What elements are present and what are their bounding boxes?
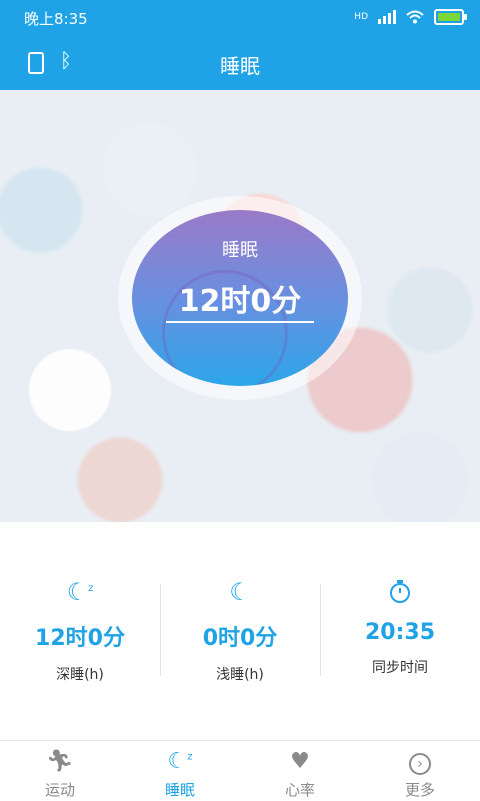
sleep-stats: ☾z 12时0分 深睡(h) ☾ 0时0分 浅睡(h) 20:35 同步时间	[0, 570, 480, 690]
stopwatch-icon	[320, 578, 480, 608]
hd-label: HD	[354, 12, 368, 22]
wifi-icon	[406, 10, 424, 24]
value-underline	[166, 321, 314, 323]
tab-heart-rate-label: 心率	[284, 781, 315, 799]
sync-time-value: 20:35	[364, 620, 436, 645]
deep-sleep-caption: 深睡(h)	[56, 667, 104, 683]
page-title: 睡眠	[220, 54, 260, 78]
tab-heart-rate[interactable]: ♥ 心率	[240, 741, 360, 801]
app-bar: ᛒ 睡眠	[0, 34, 480, 90]
signal-icon	[378, 10, 396, 24]
chevron-circle-icon: ›	[409, 753, 431, 775]
tab-sport-label: 运动	[44, 781, 75, 799]
moon-zz-icon: ☾z	[66, 578, 94, 606]
runner-icon: 🏃︎	[46, 749, 74, 774]
sleep-label: 睡眠	[222, 240, 258, 261]
status-time: 晚上8:35	[24, 10, 88, 28]
stat-sync-time: 20:35 同步时间	[320, 570, 480, 690]
moon-zz-icon: ☾z	[167, 749, 193, 774]
bottom-tab-bar: 🏃︎ 运动 ☾z 睡眠 ♥ 心率 › 更多	[0, 740, 480, 801]
sleep-hero: 睡眠 12时0分	[0, 90, 480, 522]
battery-icon	[434, 9, 467, 25]
tab-sport[interactable]: 🏃︎ 运动	[0, 741, 120, 801]
light-sleep-caption: 浅睡(h)	[216, 667, 264, 683]
sleep-total-value: 12时0分	[178, 284, 302, 319]
sleep-circle: 睡眠 12时0分	[132, 210, 348, 386]
status-icons: HD	[354, 9, 467, 25]
status-bar: 晚上8:35 HD	[0, 0, 480, 34]
stat-deep-sleep: ☾z 12时0分 深睡(h)	[0, 570, 160, 690]
moon-icon: ☾	[229, 578, 251, 606]
tab-more[interactable]: › 更多	[360, 741, 480, 801]
tab-more-label: 更多	[404, 781, 435, 799]
heart-pulse-icon: ♥	[290, 749, 310, 774]
sync-time-caption: 同步时间	[372, 660, 428, 676]
deep-sleep-value: 12时0分	[35, 626, 125, 651]
tab-sleep-label: 睡眠	[164, 781, 195, 799]
light-sleep-value: 0时0分	[202, 626, 278, 651]
tab-sleep[interactable]: ☾z 睡眠	[120, 741, 240, 801]
stat-light-sleep: ☾ 0时0分 浅睡(h)	[160, 570, 320, 690]
